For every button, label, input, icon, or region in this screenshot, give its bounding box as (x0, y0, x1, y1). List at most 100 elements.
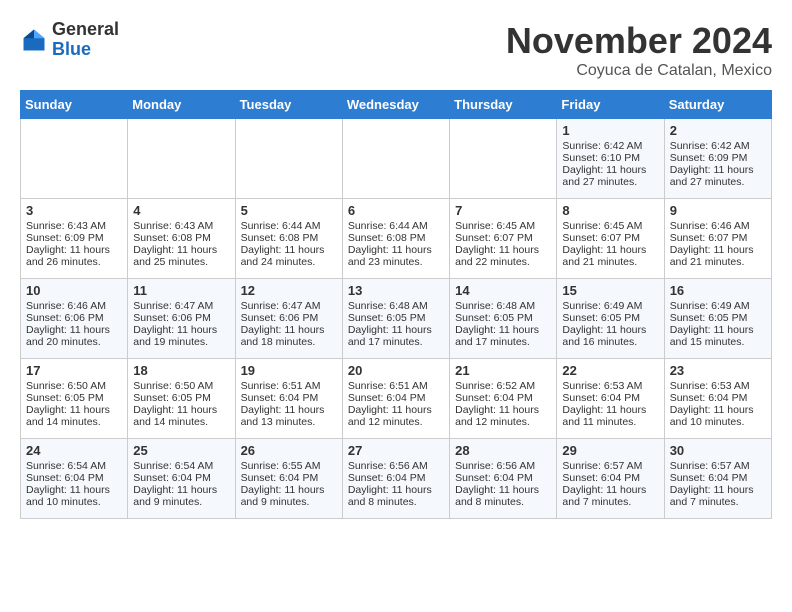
day-info-line: Sunrise: 6:54 AM (26, 460, 122, 472)
day-info-line: Sunset: 6:04 PM (562, 472, 658, 484)
day-number: 11 (133, 283, 229, 298)
title-block: November 2024 Coyuca de Catalan, Mexico (506, 20, 772, 80)
day-info-line: Daylight: 11 hours and 8 minutes. (348, 484, 444, 508)
day-info-line: Sunset: 6:08 PM (241, 232, 337, 244)
calendar-cell: 8Sunrise: 6:45 AMSunset: 6:07 PMDaylight… (557, 199, 664, 279)
calendar-cell: 24Sunrise: 6:54 AMSunset: 6:04 PMDayligh… (21, 439, 128, 519)
calendar-cell: 9Sunrise: 6:46 AMSunset: 6:07 PMDaylight… (664, 199, 771, 279)
day-number: 2 (670, 123, 766, 138)
calendar-cell: 7Sunrise: 6:45 AMSunset: 6:07 PMDaylight… (450, 199, 557, 279)
day-info-line: Sunrise: 6:54 AM (133, 460, 229, 472)
day-info-line: Sunset: 6:07 PM (670, 232, 766, 244)
day-info-line: Sunrise: 6:42 AM (670, 140, 766, 152)
day-info-line: Daylight: 11 hours and 26 minutes. (26, 244, 122, 268)
day-number: 8 (562, 203, 658, 218)
day-info-line: Sunset: 6:06 PM (26, 312, 122, 324)
day-number: 16 (670, 283, 766, 298)
day-info-line: Sunrise: 6:50 AM (133, 380, 229, 392)
day-number: 30 (670, 443, 766, 458)
day-info-line: Daylight: 11 hours and 14 minutes. (133, 404, 229, 428)
calendar-week-row: 10Sunrise: 6:46 AMSunset: 6:06 PMDayligh… (21, 279, 772, 359)
day-info-line: Daylight: 11 hours and 25 minutes. (133, 244, 229, 268)
day-info-line: Daylight: 11 hours and 12 minutes. (455, 404, 551, 428)
day-info-line: Sunrise: 6:55 AM (241, 460, 337, 472)
calendar-week-row: 24Sunrise: 6:54 AMSunset: 6:04 PMDayligh… (21, 439, 772, 519)
calendar-cell: 30Sunrise: 6:57 AMSunset: 6:04 PMDayligh… (664, 439, 771, 519)
day-info-line: Sunset: 6:04 PM (455, 472, 551, 484)
calendar-cell: 18Sunrise: 6:50 AMSunset: 6:05 PMDayligh… (128, 359, 235, 439)
day-number: 26 (241, 443, 337, 458)
day-info-line: Daylight: 11 hours and 23 minutes. (348, 244, 444, 268)
calendar-header-row: SundayMondayTuesdayWednesdayThursdayFrid… (21, 91, 772, 119)
calendar-cell: 23Sunrise: 6:53 AMSunset: 6:04 PMDayligh… (664, 359, 771, 439)
day-info-line: Sunset: 6:04 PM (348, 392, 444, 404)
day-info-line: Sunrise: 6:57 AM (562, 460, 658, 472)
day-info-line: Sunset: 6:04 PM (455, 392, 551, 404)
day-info-line: Daylight: 11 hours and 15 minutes. (670, 324, 766, 348)
column-header-saturday: Saturday (664, 91, 771, 119)
day-info-line: Sunrise: 6:45 AM (455, 220, 551, 232)
day-info-line: Sunrise: 6:46 AM (670, 220, 766, 232)
day-info-line: Sunset: 6:08 PM (348, 232, 444, 244)
calendar-cell: 14Sunrise: 6:48 AMSunset: 6:05 PMDayligh… (450, 279, 557, 359)
day-info-line: Sunset: 6:05 PM (562, 312, 658, 324)
calendar-cell: 20Sunrise: 6:51 AMSunset: 6:04 PMDayligh… (342, 359, 449, 439)
day-info-line: Sunrise: 6:53 AM (670, 380, 766, 392)
day-info-line: Daylight: 11 hours and 9 minutes. (241, 484, 337, 508)
day-info-line: Daylight: 11 hours and 24 minutes. (241, 244, 337, 268)
calendar-cell: 10Sunrise: 6:46 AMSunset: 6:06 PMDayligh… (21, 279, 128, 359)
day-info-line: Sunrise: 6:56 AM (455, 460, 551, 472)
day-info-line: Sunset: 6:09 PM (26, 232, 122, 244)
calendar-cell: 25Sunrise: 6:54 AMSunset: 6:04 PMDayligh… (128, 439, 235, 519)
day-info-line: Sunrise: 6:49 AM (670, 300, 766, 312)
calendar-cell: 6Sunrise: 6:44 AMSunset: 6:08 PMDaylight… (342, 199, 449, 279)
day-number: 21 (455, 363, 551, 378)
day-info-line: Sunrise: 6:52 AM (455, 380, 551, 392)
day-info-line: Sunrise: 6:53 AM (562, 380, 658, 392)
day-info-line: Daylight: 11 hours and 16 minutes. (562, 324, 658, 348)
calendar-cell (235, 119, 342, 199)
day-number: 9 (670, 203, 766, 218)
day-info-line: Daylight: 11 hours and 12 minutes. (348, 404, 444, 428)
day-info-line: Sunset: 6:04 PM (241, 472, 337, 484)
day-number: 14 (455, 283, 551, 298)
day-info-line: Daylight: 11 hours and 13 minutes. (241, 404, 337, 428)
day-info-line: Daylight: 11 hours and 27 minutes. (562, 164, 658, 188)
day-info-line: Sunrise: 6:51 AM (241, 380, 337, 392)
calendar-cell: 22Sunrise: 6:53 AMSunset: 6:04 PMDayligh… (557, 359, 664, 439)
day-info-line: Daylight: 11 hours and 7 minutes. (670, 484, 766, 508)
column-header-tuesday: Tuesday (235, 91, 342, 119)
day-number: 28 (455, 443, 551, 458)
day-info-line: Daylight: 11 hours and 14 minutes. (26, 404, 122, 428)
day-info-line: Daylight: 11 hours and 7 minutes. (562, 484, 658, 508)
page-header: General Blue November 2024 Coyuca de Cat… (20, 20, 772, 80)
calendar-cell: 28Sunrise: 6:56 AMSunset: 6:04 PMDayligh… (450, 439, 557, 519)
day-info-line: Sunset: 6:08 PM (133, 232, 229, 244)
day-info-line: Sunset: 6:05 PM (348, 312, 444, 324)
day-number: 4 (133, 203, 229, 218)
calendar-cell: 2Sunrise: 6:42 AMSunset: 6:09 PMDaylight… (664, 119, 771, 199)
day-info-line: Sunrise: 6:49 AM (562, 300, 658, 312)
day-number: 3 (26, 203, 122, 218)
day-info-line: Sunrise: 6:47 AM (133, 300, 229, 312)
logo: General Blue (20, 20, 119, 60)
calendar-cell: 26 Sunrise: 6:55 AMSunset: 6:04 PMDayligh… (235, 439, 342, 519)
day-number: 23 (670, 363, 766, 378)
calendar-cell: 19Sunrise: 6:51 AMSunset: 6:04 PMDayligh… (235, 359, 342, 439)
day-number: 5 (241, 203, 337, 218)
column-header-monday: Monday (128, 91, 235, 119)
day-info-line: Sunset: 6:10 PM (562, 152, 658, 164)
day-info-line: Sunrise: 6:43 AM (133, 220, 229, 232)
day-number: 17 (26, 363, 122, 378)
day-info-line: Sunset: 6:05 PM (670, 312, 766, 324)
calendar-cell (342, 119, 449, 199)
day-info-line: Sunrise: 6:46 AM (26, 300, 122, 312)
month-title: November 2024 (506, 20, 772, 62)
calendar-week-row: 3Sunrise: 6:43 AMSunset: 6:09 PMDaylight… (21, 199, 772, 279)
column-header-thursday: Thursday (450, 91, 557, 119)
calendar-cell: 1Sunrise: 6:42 AMSunset: 6:10 PMDaylight… (557, 119, 664, 199)
day-number: 13 (348, 283, 444, 298)
day-info-line: Sunrise: 6:42 AM (562, 140, 658, 152)
day-info-line: Sunrise: 6:45 AM (562, 220, 658, 232)
day-info-line: Sunrise: 6:48 AM (348, 300, 444, 312)
